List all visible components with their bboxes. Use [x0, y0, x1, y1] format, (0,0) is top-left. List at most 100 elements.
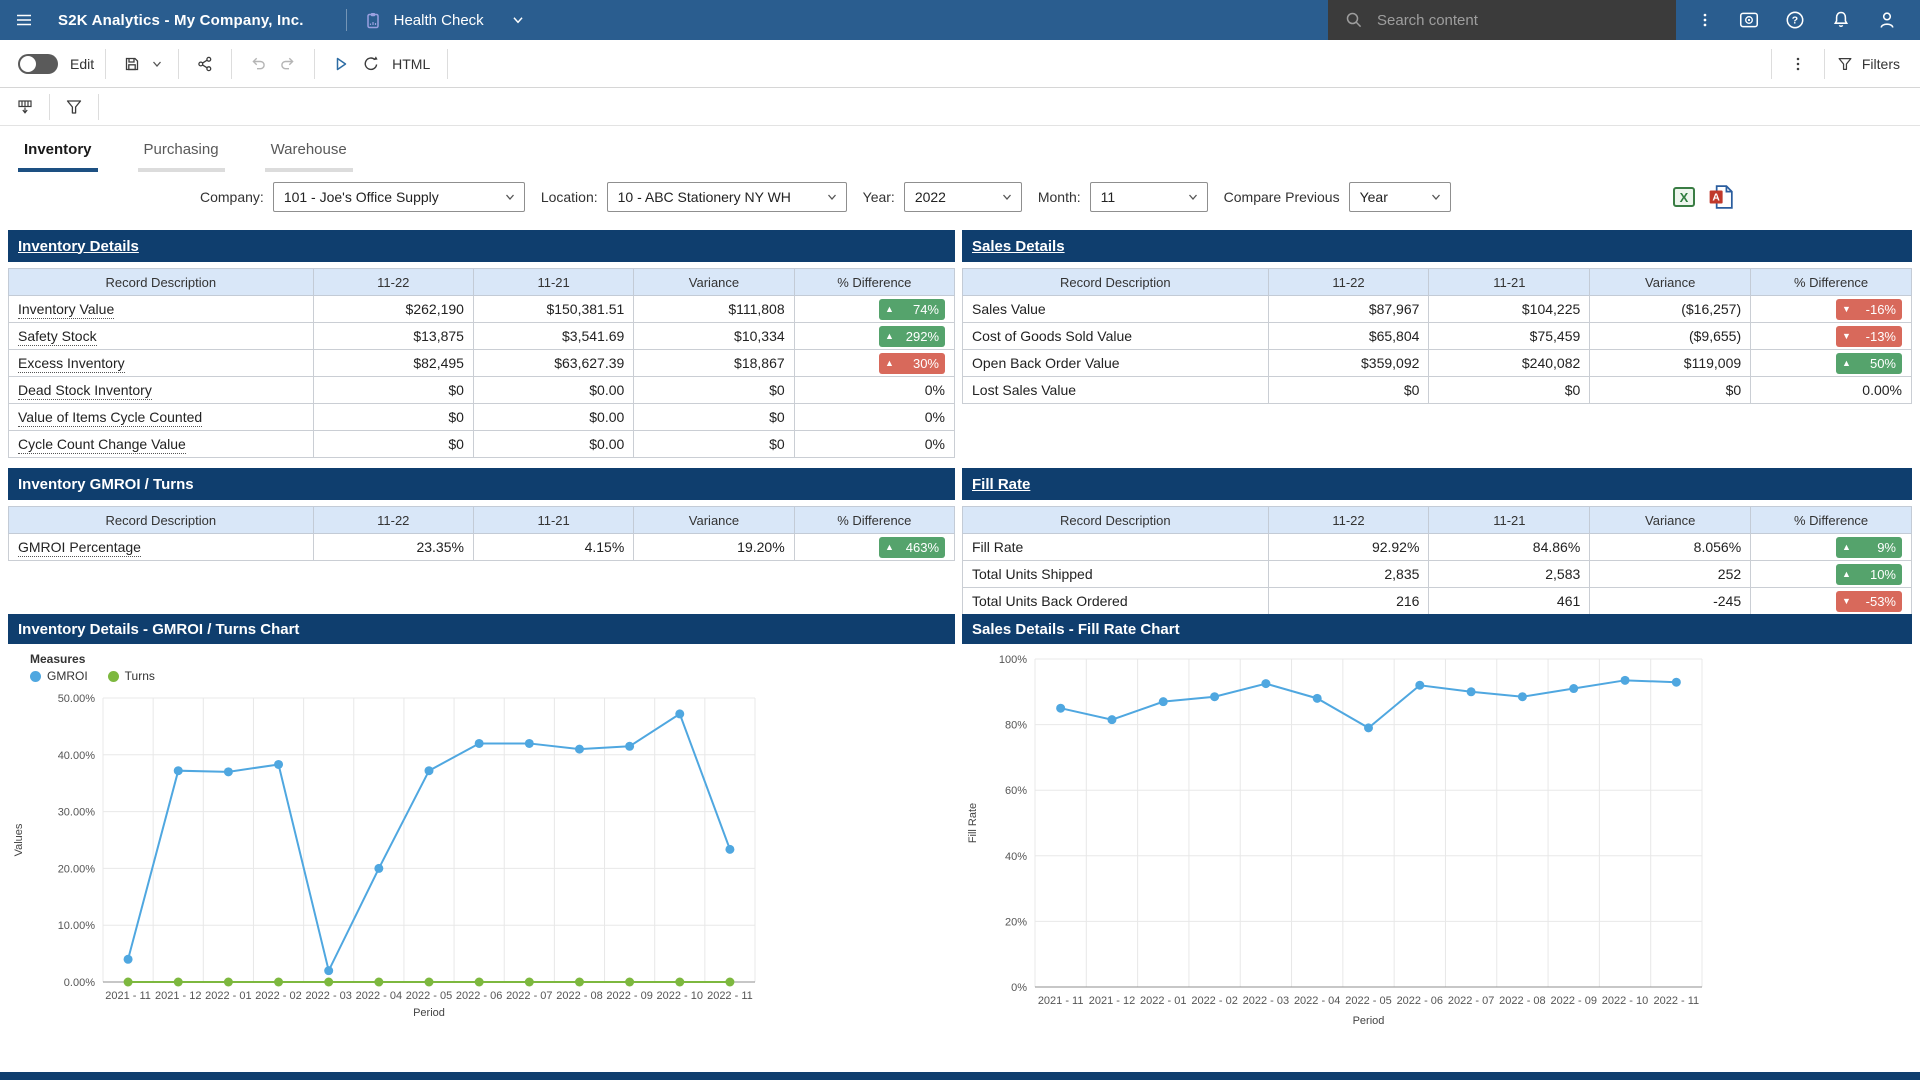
- filter-select[interactable]: 101 - Joe's Office Supply: [273, 182, 525, 212]
- filter-select[interactable]: 2022: [904, 182, 1022, 212]
- share-icon[interactable]: [190, 49, 220, 79]
- report-name: Health Check: [394, 12, 484, 29]
- tab-inventory[interactable]: Inventory: [18, 141, 98, 172]
- column-header: % Difference: [1751, 507, 1912, 534]
- pct-difference-badge: ▲10%: [1836, 564, 1902, 585]
- section-fill-rate-chart: Sales Details - Fill Rate Chart 0%20%40%…: [962, 614, 1912, 1044]
- fill-rate-chart[interactable]: 0%20%40%60%80%100%2021 - 112021 - 122022…: [962, 644, 1912, 1044]
- gmroi-turns-chart[interactable]: 0.00%10.00%20.00%30.00%40.00%50.00%2021 …: [8, 694, 955, 1039]
- export-pdf-icon[interactable]: A: [1708, 184, 1734, 210]
- filter: Company:101 - Joe's Office Supply: [200, 182, 525, 212]
- pin-board-icon[interactable]: [10, 92, 40, 122]
- svg-text:Period: Period: [413, 1007, 445, 1019]
- svg-text:20.00%: 20.00%: [58, 863, 96, 875]
- value-cell: ($9,655): [1590, 323, 1751, 350]
- record-description[interactable]: Dead Stock Inventory: [18, 382, 152, 400]
- redo-icon[interactable]: [273, 49, 303, 79]
- table-row: GMROI Percentage23.35%4.15%19.20%▲463%: [9, 534, 955, 561]
- pct-difference-cell: 0.00%: [1751, 377, 1912, 404]
- record-description[interactable]: Value of Items Cycle Counted: [18, 409, 202, 427]
- table-row: Cost of Goods Sold Value$65,804$75,459($…: [963, 323, 1912, 350]
- search-box[interactable]: Search content: [1328, 0, 1676, 40]
- filter-bar: Company:101 - Joe's Office Supply Locatio…: [0, 172, 1920, 222]
- value-cell: $18,867: [634, 350, 794, 377]
- inventory-details-table: Record Description11-2211-21Variance% Di…: [8, 268, 955, 458]
- svg-text:2022 - 05: 2022 - 05: [1345, 995, 1391, 1007]
- section-title-inventory-details[interactable]: Inventory Details: [18, 238, 139, 255]
- filter-select[interactable]: 10 - ABC Stationery NY WH: [607, 182, 847, 212]
- save-icon[interactable]: [117, 49, 147, 79]
- column-header: Variance: [1590, 507, 1751, 534]
- column-header: Record Description: [963, 507, 1269, 534]
- record-description[interactable]: Safety Stock: [18, 328, 97, 346]
- bottom-bar: [0, 1072, 1920, 1080]
- report-switcher[interactable]: Health Check: [363, 10, 527, 30]
- arrow-up-icon: ▲: [885, 543, 894, 552]
- legend-title: Measures: [30, 652, 955, 666]
- record-description[interactable]: Excess Inventory: [18, 355, 125, 373]
- app-header: S2K Analytics - My Company, Inc. Health …: [0, 0, 1920, 40]
- account-icon[interactable]: [1876, 9, 1898, 31]
- gmroi-turns-table: Record Description11-2211-21Variance% Di…: [8, 506, 955, 561]
- svg-text:A: A: [1712, 192, 1720, 203]
- svg-text:2022 - 08: 2022 - 08: [1499, 995, 1545, 1007]
- run-icon[interactable]: [326, 49, 356, 79]
- column-header: Record Description: [9, 507, 314, 534]
- save-menu-chevron-icon[interactable]: [147, 49, 167, 79]
- value-cell: $119,009: [1590, 350, 1751, 377]
- pct-difference-badge: ▼-53%: [1836, 591, 1902, 612]
- notifications-icon[interactable]: [1830, 9, 1852, 31]
- filter-label: Month:: [1038, 189, 1081, 205]
- table-row: Value of Items Cycle Counted$0$0.00$00%: [9, 404, 955, 431]
- svg-text:2022 - 11: 2022 - 11: [707, 990, 753, 1002]
- pct-difference-cell: ▲50%: [1751, 350, 1912, 377]
- legend-item-gmroi[interactable]: GMROI: [30, 669, 88, 683]
- kebab-menu-icon[interactable]: [1696, 11, 1714, 29]
- report-toolbar: Edit HTML: [0, 40, 1920, 88]
- filter-select[interactable]: 11: [1090, 182, 1208, 212]
- record-description[interactable]: Cycle Count Change Value: [18, 436, 186, 454]
- export-excel-icon[interactable]: X: [1672, 185, 1696, 209]
- arrow-down-icon: ▼: [1842, 305, 1851, 314]
- svg-text:2022 - 04: 2022 - 04: [1294, 995, 1340, 1007]
- hamburger-menu-icon[interactable]: [14, 10, 34, 30]
- pct-difference-badge: ▲50%: [1836, 353, 1902, 374]
- record-description[interactable]: Inventory Value: [18, 301, 114, 319]
- value-cell: $63,627.39: [473, 350, 633, 377]
- app-window: S2K Analytics - My Company, Inc. Health …: [0, 0, 1920, 1080]
- chevron-down-icon: [1430, 191, 1442, 203]
- table-row: Safety Stock$13,875$3,541.69$10,334▲292%: [9, 323, 955, 350]
- filter: Month: 11: [1038, 182, 1208, 212]
- section-title-sales-details[interactable]: Sales Details: [972, 238, 1065, 255]
- header-actions: ?: [1676, 9, 1920, 31]
- chevron-down-icon[interactable]: [509, 11, 527, 29]
- record-description: Lost Sales Value: [972, 382, 1076, 398]
- html-mode-button[interactable]: HTML: [392, 56, 430, 72]
- legend-item-turns[interactable]: Turns: [108, 669, 155, 683]
- filter-select[interactable]: Year: [1349, 182, 1451, 212]
- panel-filter-icon[interactable]: [59, 92, 89, 122]
- value-cell: 2,583: [1429, 561, 1590, 588]
- app-title: S2K Analytics - My Company, Inc.: [58, 12, 304, 29]
- edit-toggle[interactable]: [18, 54, 58, 74]
- refresh-icon[interactable]: [356, 49, 386, 79]
- svg-text:0%: 0%: [1011, 982, 1027, 994]
- undo-icon[interactable]: [243, 49, 273, 79]
- toolbar-kebab-icon[interactable]: [1783, 49, 1813, 79]
- filter-label: Compare Previous: [1224, 189, 1340, 205]
- value-cell: $87,967: [1268, 296, 1429, 323]
- svg-text:?: ?: [1792, 16, 1798, 27]
- svg-text:2022 - 04: 2022 - 04: [356, 990, 402, 1002]
- help-icon[interactable]: ?: [1784, 9, 1806, 31]
- filter: Location:10 - ABC Stationery NY WH: [541, 182, 847, 212]
- record-description[interactable]: GMROI Percentage: [18, 539, 141, 557]
- pct-difference-cell: ▲74%: [794, 296, 954, 323]
- table-row: Dead Stock Inventory$0$0.00$00%: [9, 377, 955, 404]
- value-cell: $262,190: [313, 296, 473, 323]
- section-title-fill-rate[interactable]: Fill Rate: [972, 476, 1030, 493]
- value-cell: 461: [1429, 588, 1590, 615]
- filters-button[interactable]: Filters: [1836, 55, 1900, 73]
- tab-purchasing[interactable]: Purchasing: [138, 141, 225, 172]
- tab-warehouse[interactable]: Warehouse: [265, 141, 353, 172]
- views-icon[interactable]: [1738, 9, 1760, 31]
